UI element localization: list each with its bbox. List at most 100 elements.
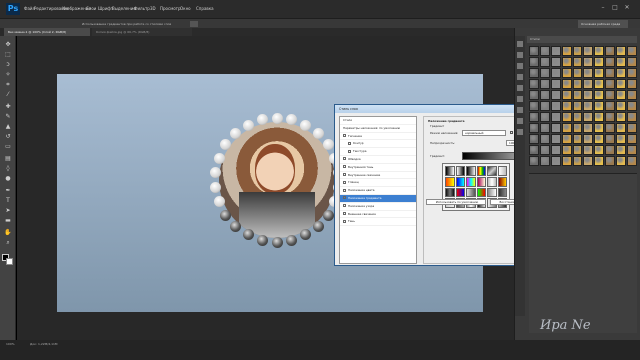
style-swatch[interactable] bbox=[572, 134, 583, 144]
styles-panel-tab[interactable]: Стили bbox=[527, 36, 637, 43]
maximize-icon[interactable]: □ bbox=[610, 3, 620, 12]
history-brush-icon[interactable]: ↺ bbox=[3, 132, 13, 141]
style-swatch[interactable] bbox=[583, 68, 594, 78]
style-swatch[interactable] bbox=[561, 68, 572, 78]
zoom-icon[interactable]: ⌕ bbox=[3, 238, 13, 247]
style-swatch[interactable] bbox=[627, 123, 637, 133]
style-swatch[interactable] bbox=[550, 68, 561, 78]
stamp-icon[interactable]: ▲ bbox=[3, 122, 13, 131]
style-swatch[interactable] bbox=[561, 90, 572, 100]
style-swatch[interactable] bbox=[539, 79, 550, 89]
style-swatch[interactable] bbox=[605, 79, 616, 89]
style-swatch[interactable] bbox=[539, 101, 550, 111]
gradient-swatch[interactable] bbox=[476, 176, 486, 187]
style-swatch[interactable] bbox=[594, 68, 605, 78]
checkbox[interactable] bbox=[343, 165, 346, 169]
gradient-swatch[interactable] bbox=[497, 176, 507, 187]
checkbox[interactable] bbox=[343, 134, 346, 138]
style-swatch[interactable] bbox=[583, 46, 594, 56]
style-swatch[interactable] bbox=[539, 57, 550, 67]
dodge-icon[interactable]: ● bbox=[3, 174, 13, 183]
background-color-swatch[interactable] bbox=[6, 258, 13, 265]
style-swatch[interactable] bbox=[594, 57, 605, 67]
checkbox[interactable] bbox=[343, 180, 346, 184]
style-swatch[interactable] bbox=[550, 134, 561, 144]
style-swatch[interactable] bbox=[529, 79, 539, 89]
style-swatch[interactable] bbox=[594, 145, 605, 155]
style-swatch[interactable] bbox=[616, 46, 627, 56]
gradient-swatch[interactable] bbox=[487, 166, 497, 176]
menu-window[interactable]: Окно bbox=[180, 6, 191, 11]
gradient-swatch[interactable] bbox=[487, 176, 497, 187]
checkbox[interactable] bbox=[348, 141, 351, 145]
gradient-swatch[interactable] bbox=[487, 187, 497, 198]
style-item-contour[interactable]: Контур bbox=[340, 140, 416, 149]
style-swatch[interactable] bbox=[583, 123, 594, 133]
style-swatch[interactable] bbox=[583, 57, 594, 67]
style-swatch[interactable] bbox=[572, 46, 583, 56]
style-swatch[interactable] bbox=[594, 134, 605, 144]
checkbox[interactable] bbox=[343, 219, 346, 223]
style-swatch[interactable] bbox=[583, 156, 594, 166]
style-swatch[interactable] bbox=[539, 112, 550, 122]
shape-icon[interactable]: ▬ bbox=[3, 216, 13, 225]
style-item-texture[interactable]: Текстура bbox=[340, 148, 416, 156]
style-swatch[interactable] bbox=[627, 112, 637, 122]
style-item-styles[interactable]: Стили bbox=[340, 117, 416, 125]
style-swatch[interactable] bbox=[627, 101, 637, 111]
pen-icon[interactable]: ✒ bbox=[3, 186, 13, 195]
brush-icon[interactable]: ✎ bbox=[3, 112, 13, 121]
options-swatch[interactable] bbox=[190, 21, 198, 27]
gradient-swatch[interactable] bbox=[455, 166, 465, 176]
style-item-pattern-overlay[interactable]: Наложение узора bbox=[340, 203, 416, 211]
style-swatch[interactable] bbox=[583, 79, 594, 89]
style-swatch[interactable] bbox=[616, 79, 627, 89]
style-swatch[interactable] bbox=[561, 57, 572, 67]
style-item-stroke[interactable]: Обводка bbox=[340, 156, 416, 164]
gradient-swatch[interactable] bbox=[466, 176, 476, 187]
style-swatch[interactable] bbox=[616, 101, 627, 111]
style-swatch[interactable] bbox=[616, 145, 627, 155]
gradient-swatch[interactable] bbox=[455, 176, 465, 187]
style-swatch[interactable] bbox=[529, 112, 539, 122]
style-swatch[interactable] bbox=[594, 112, 605, 122]
style-item-outer-glow[interactable]: Внешнее свечение bbox=[340, 211, 416, 219]
style-swatch[interactable] bbox=[539, 145, 550, 155]
gradient-swatch[interactable] bbox=[466, 187, 476, 198]
style-swatch[interactable] bbox=[529, 90, 539, 100]
checkbox[interactable] bbox=[343, 196, 346, 200]
style-item-gradient-overlay[interactable]: Наложение градиента bbox=[340, 194, 416, 203]
style-swatch[interactable] bbox=[529, 123, 539, 133]
style-item-inner-glow[interactable]: Внутреннее свечение bbox=[340, 172, 416, 180]
style-item-blending[interactable]: Параметры наложения: по умолчанию bbox=[340, 125, 416, 133]
style-swatch[interactable] bbox=[594, 79, 605, 89]
style-swatch[interactable] bbox=[572, 112, 583, 122]
style-swatch[interactable] bbox=[627, 90, 637, 100]
style-swatch[interactable] bbox=[550, 79, 561, 89]
checkbox[interactable] bbox=[343, 212, 346, 216]
dither-checkbox[interactable] bbox=[510, 131, 513, 134]
style-swatch[interactable] bbox=[627, 57, 637, 67]
style-swatch[interactable] bbox=[539, 156, 550, 166]
style-item-emboss[interactable]: Тиснение bbox=[340, 133, 416, 141]
menu-help[interactable]: Справка bbox=[196, 6, 214, 11]
minimize-icon[interactable]: – bbox=[598, 3, 608, 12]
style-swatch[interactable] bbox=[550, 112, 561, 122]
blur-icon[interactable]: ◊ bbox=[3, 164, 13, 173]
style-swatch[interactable] bbox=[627, 68, 637, 78]
style-swatch[interactable] bbox=[605, 46, 616, 56]
style-swatch[interactable] bbox=[616, 112, 627, 122]
style-swatch[interactable] bbox=[583, 134, 594, 144]
style-swatch[interactable] bbox=[561, 46, 572, 56]
style-swatch[interactable] bbox=[594, 156, 605, 166]
marquee-icon[interactable]: ⬚ bbox=[3, 50, 13, 59]
style-swatch[interactable] bbox=[594, 123, 605, 133]
checkbox[interactable] bbox=[343, 157, 346, 161]
style-swatch[interactable] bbox=[529, 134, 539, 144]
style-swatch[interactable] bbox=[572, 145, 583, 155]
style-swatch[interactable] bbox=[605, 145, 616, 155]
heal-icon[interactable]: ✚ bbox=[3, 102, 13, 111]
menu-3d[interactable]: 3D bbox=[150, 6, 156, 11]
style-swatch[interactable] bbox=[583, 101, 594, 111]
style-swatch[interactable] bbox=[539, 134, 550, 144]
